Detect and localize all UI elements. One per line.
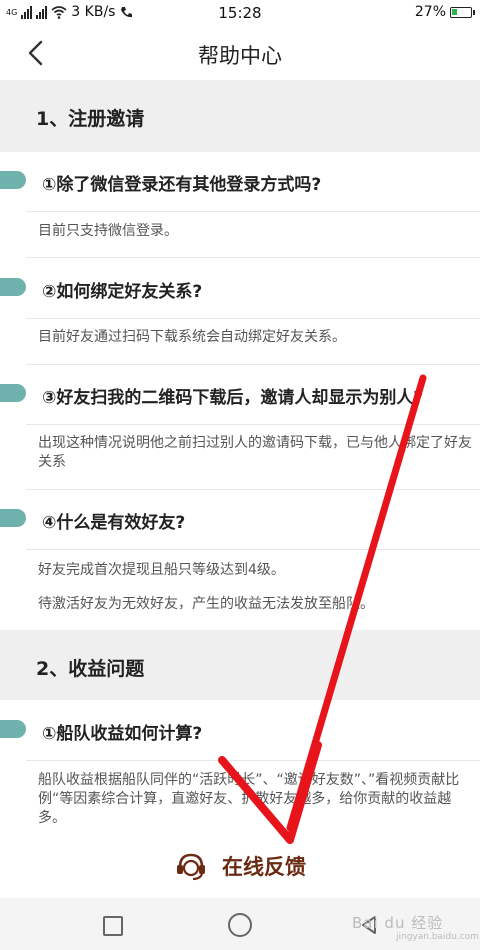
- section-title: 2、收益问题: [36, 658, 145, 680]
- baidu-watermark-url: jingyan.baidu.com: [396, 932, 480, 942]
- question-marker: [0, 278, 26, 296]
- question-marker: [0, 720, 26, 738]
- faq-answer-valid-friend-note: 待激活好友为无效好友，产生的收益无法发放至船队。: [38, 596, 374, 612]
- divider: [26, 364, 480, 365]
- battery-fill: [452, 8, 457, 15]
- customer-service-headset-icon: [177, 853, 205, 881]
- baidu-watermark: Bai du 经验: [352, 914, 444, 932]
- page-title: 帮助中心: [198, 44, 282, 68]
- faq-answer-qr-inviter: 出现这种情况说明他之前扫过别人的邀请码下载，已与他人绑定了好友关系: [38, 435, 472, 470]
- question-marker: [0, 509, 26, 527]
- status-bar: 4G 3 KB/s 15:28 27%: [0, 0, 480, 26]
- section-header-registration: 1、注册邀请: [0, 80, 480, 152]
- battery-icon: [450, 6, 475, 18]
- divider: [26, 211, 480, 212]
- online-feedback-button[interactable]: 在线反馈: [0, 848, 480, 884]
- question-marker: [0, 171, 26, 189]
- faq-answer-bind-friend: 目前好友通过扫码下载系统会自动绑定好友关系。: [38, 329, 346, 345]
- faq-answer-fleet-earnings: 船队收益根据船队同伴的“活跃时长”、“邀请好友数”、”看视频贡献比例“等因素综合…: [38, 772, 460, 826]
- faq-question-valid-friend[interactable]: ④什么是有效好友?: [42, 508, 185, 533]
- battery-percent: 27%: [414, 4, 446, 20]
- section-header-earnings: 2、收益问题: [0, 630, 480, 700]
- clock: 15:28: [218, 4, 262, 22]
- faq-question-fleet-earnings[interactable]: ①船队收益如何计算?: [42, 719, 202, 744]
- divider: [26, 549, 480, 550]
- status-right: 27%: [414, 4, 475, 20]
- faq-question-qr-inviter[interactable]: ③好友扫我的二维码下载后，邀请人却显示为别人?: [42, 383, 423, 408]
- faq-answer-login: 目前只支持微信登录。: [38, 223, 178, 239]
- home-button[interactable]: [228, 913, 252, 937]
- question-marker: [0, 384, 26, 402]
- faq-answer-valid-friend: 好友完成首次提现且船只等级达到4级。: [38, 562, 285, 578]
- divider: [26, 489, 480, 490]
- divider: [26, 760, 480, 761]
- top-bar: 帮助中心: [0, 26, 480, 80]
- divider: [26, 424, 480, 425]
- section-title: 1、注册邀请: [36, 108, 145, 130]
- divider: [26, 318, 480, 319]
- divider: [26, 257, 480, 258]
- recent-apps-button[interactable]: [103, 916, 123, 936]
- faq-question-login[interactable]: ①除了微信登录还有其他登录方式吗?: [42, 170, 321, 195]
- faq-question-bind-friend[interactable]: ②如何绑定好友关系?: [42, 277, 202, 302]
- feedback-label: 在线反馈: [222, 855, 306, 879]
